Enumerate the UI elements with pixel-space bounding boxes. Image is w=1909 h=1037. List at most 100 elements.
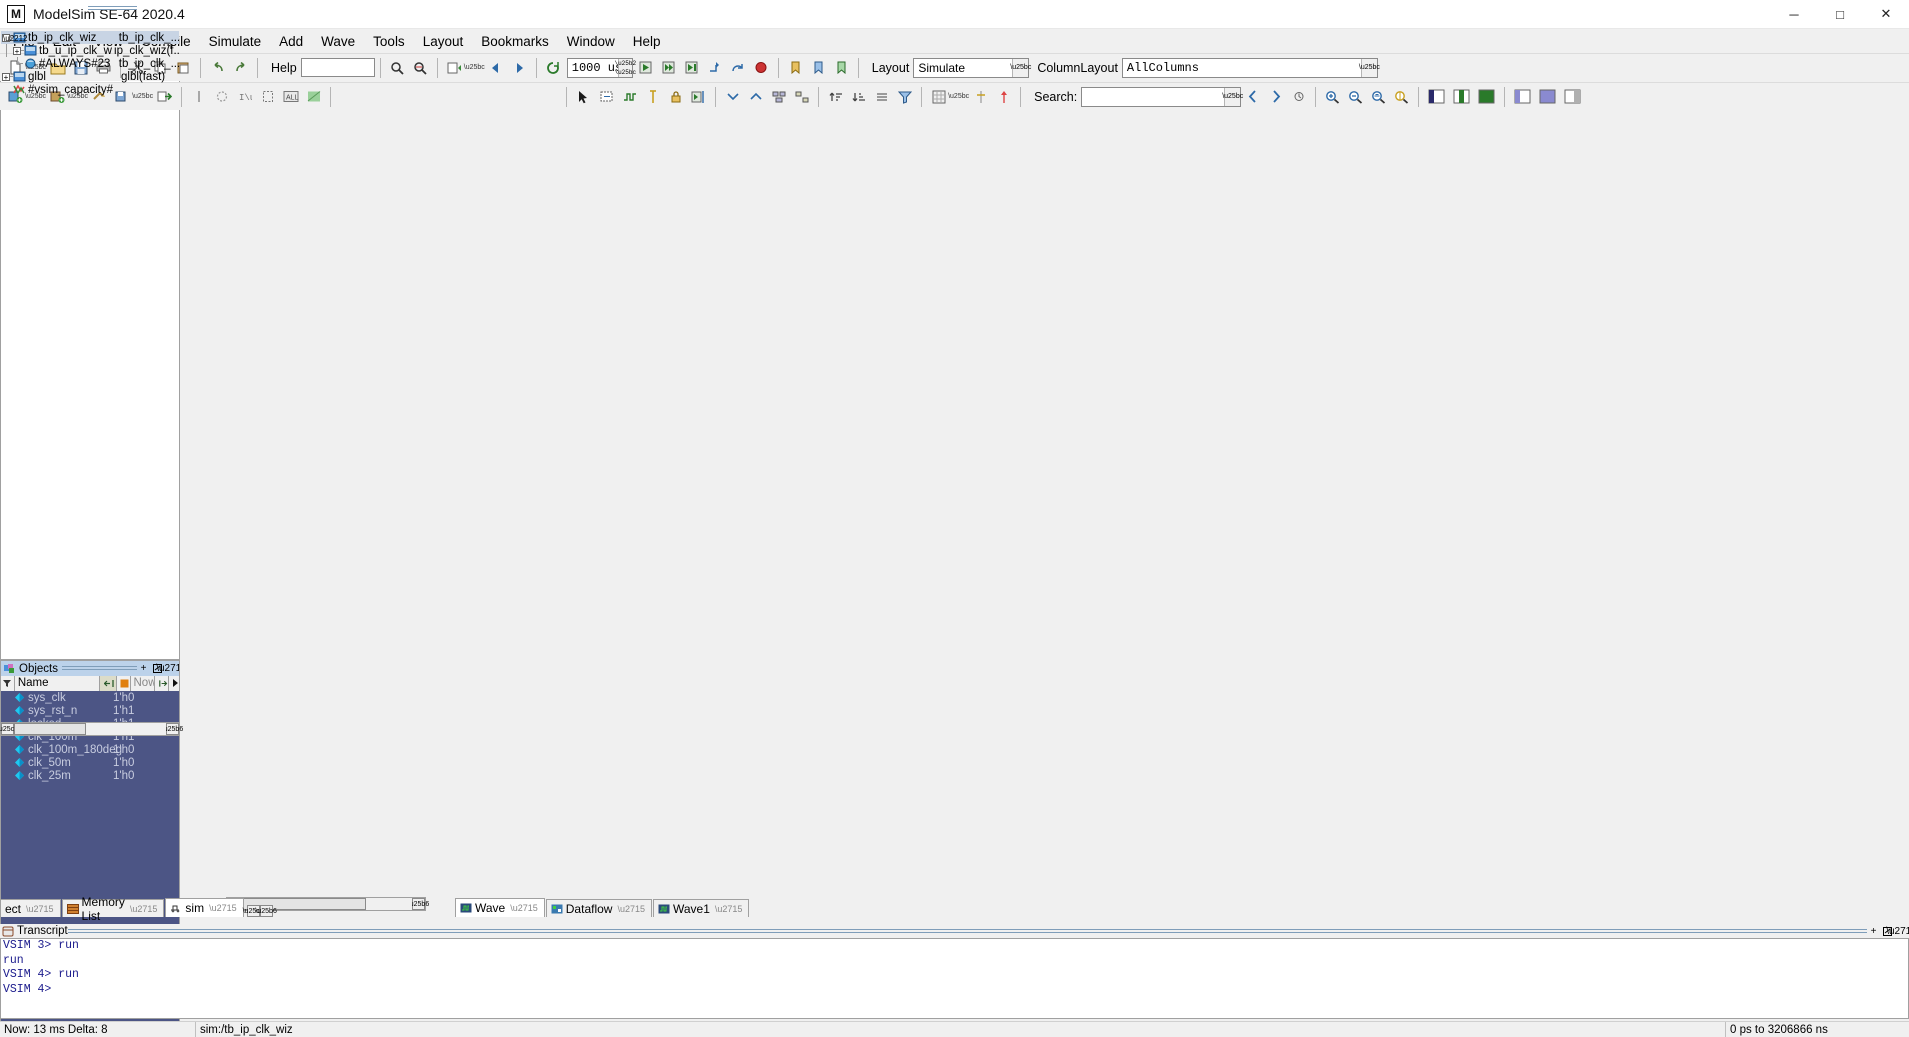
insert-cursor-icon[interactable] xyxy=(642,86,663,107)
menu-bookmarks[interactable]: Bookmarks xyxy=(472,31,558,52)
group-icon[interactable] xyxy=(768,86,789,107)
objects-filter-icon[interactable] xyxy=(1,675,15,691)
find-next-icon[interactable] xyxy=(410,57,431,78)
transcript-close-icon[interactable]: \u2715 xyxy=(1886,925,1909,938)
close-icon[interactable]: \u2715 xyxy=(26,904,54,914)
zoom-in-icon[interactable] xyxy=(1322,86,1343,107)
collapse-expander-icon[interactable]: \u2212 xyxy=(2,33,27,42)
compile-icon[interactable] xyxy=(444,57,465,78)
forward-arrow-icon[interactable] xyxy=(509,57,530,78)
tree-expander-wrap[interactable]: + xyxy=(1,70,13,83)
step-over-icon[interactable] xyxy=(728,57,749,78)
list-item[interactable]: clk_100m_180deg 1'h0 xyxy=(1,743,179,756)
tab-scroll-right-icon[interactable]: \u25b6 xyxy=(255,905,277,917)
tree-row[interactable]: + tb_u_ip_clk_wi... ip_clk_wiz(f... xyxy=(1,44,179,57)
objects-hscroll-right-icon[interactable]: \u25b6 xyxy=(408,898,429,910)
close-icon[interactable]: \u2715 xyxy=(510,903,538,913)
step-icon[interactable] xyxy=(705,57,726,78)
layout-combo[interactable]: Simulate \u25bc xyxy=(913,57,1031,78)
select-region-icon[interactable] xyxy=(257,86,278,107)
transcript-grip[interactable] xyxy=(67,928,1867,935)
search-chevron-down-icon[interactable]: \u25bc xyxy=(1222,87,1243,106)
list-item[interactable]: clk_50m 1'h0 xyxy=(1,756,179,769)
columnlayout-combo[interactable]: AllColumns \u25bc xyxy=(1121,57,1380,78)
objects-panel-dock-icon[interactable]: + xyxy=(137,662,150,675)
spin-up-icon[interactable]: \u25b2 xyxy=(614,58,636,68)
wave-style-1-icon[interactable] xyxy=(1425,86,1448,108)
tree-row[interactable]: #vsim_capacity# xyxy=(1,83,179,96)
grid-dropdown-icon[interactable]: \u25bc xyxy=(948,93,969,100)
objects-more-icon[interactable] xyxy=(169,675,180,691)
wave-style-3-icon[interactable] xyxy=(1475,86,1498,108)
redo-icon[interactable] xyxy=(230,57,251,78)
menu-wave[interactable]: Wave xyxy=(312,31,364,52)
tab-wave[interactable]: Wave \u2715 xyxy=(455,898,545,917)
objects-panel-close-icon[interactable]: \u2715 xyxy=(156,662,179,675)
objects-step-icon[interactable] xyxy=(155,675,170,691)
spin-down-icon[interactable]: \u25bc xyxy=(614,67,636,77)
close-icon[interactable]: \u2715 xyxy=(715,904,743,914)
wave-style-2-icon[interactable] xyxy=(1450,86,1473,108)
coverage-icon[interactable] xyxy=(303,86,324,107)
grid-toggle-icon[interactable] xyxy=(928,86,949,107)
sim-hscroll-left-icon[interactable]: \u25c0 xyxy=(0,723,18,735)
sim-hscrollbar[interactable]: \u25c0 \u25b6 xyxy=(0,722,183,736)
close-button[interactable]: ✕ xyxy=(1863,0,1909,29)
objects-goto-icon[interactable] xyxy=(99,675,117,691)
search-next-icon[interactable] xyxy=(1265,86,1286,107)
filter-icon[interactable] xyxy=(894,86,915,107)
menu-add[interactable]: Add xyxy=(270,31,312,52)
sim-hscroll-thumb[interactable] xyxy=(14,723,86,735)
snap-icon[interactable] xyxy=(970,86,991,107)
toggle-leaf-icon[interactable]: I\u2194 xyxy=(234,86,255,107)
bookmark-prev-icon[interactable] xyxy=(808,57,829,78)
sort-desc-icon[interactable] xyxy=(848,86,869,107)
circle-tool-icon[interactable] xyxy=(211,86,232,107)
close-icon[interactable]: \u2715 xyxy=(617,904,645,914)
transcript-dock-icon[interactable]: + xyxy=(1867,925,1880,938)
menu-simulate[interactable]: Simulate xyxy=(200,31,271,52)
tab-memory-list[interactable]: Memory List \u2715 xyxy=(61,895,165,923)
maximize-button[interactable]: □ xyxy=(1817,0,1863,29)
expand-all-icon[interactable] xyxy=(722,86,743,107)
tab-project[interactable]: ect \u2715 xyxy=(0,899,61,917)
run-length-spin-buttons[interactable]: \u25b2 \u25bc xyxy=(614,58,636,77)
layout-chevron-down-icon[interactable]: \u25bc xyxy=(1010,58,1031,77)
zoom-select-icon[interactable] xyxy=(596,86,617,107)
transcript-body[interactable]: VSIM 3> run run VSIM 4> run VSIM 4> xyxy=(0,938,1909,1019)
wave-style-4-icon[interactable] xyxy=(1511,86,1534,108)
continue-run-icon[interactable] xyxy=(659,57,680,78)
restart-icon[interactable] xyxy=(543,57,564,78)
list-item[interactable]: sys_clk 1'h0 xyxy=(1,691,179,704)
back-arrow-icon[interactable] xyxy=(486,57,507,78)
expand-expander-icon[interactable]: + xyxy=(13,46,21,55)
expand-expander-icon[interactable]: + xyxy=(2,72,10,81)
break-icon[interactable] xyxy=(751,57,772,78)
objects-panel-grip[interactable] xyxy=(62,665,137,672)
tree-expander-wrap[interactable]: \u2212 xyxy=(1,31,27,44)
menu-help[interactable]: Help xyxy=(624,31,670,52)
sim-hscroll-right-icon[interactable]: \u25b6 xyxy=(162,723,183,735)
menu-layout[interactable]: Layout xyxy=(414,31,473,52)
undo-icon[interactable] xyxy=(207,57,228,78)
wave-style-6-icon[interactable] xyxy=(1561,86,1584,108)
help-input[interactable] xyxy=(300,58,375,77)
search-prev-icon[interactable] xyxy=(1242,86,1263,107)
menu-tools[interactable]: Tools xyxy=(364,31,414,52)
sim-hscroll-track[interactable] xyxy=(14,723,166,735)
search-input[interactable] xyxy=(1086,88,1227,105)
waveform-compare-icon[interactable] xyxy=(619,86,640,107)
compile-dropdown-icon[interactable]: \u25bc xyxy=(464,64,485,71)
close-icon[interactable]: \u2715 xyxy=(130,904,158,914)
zoom-cursor-icon[interactable] xyxy=(1391,86,1412,107)
objects-now-marker-icon[interactable] xyxy=(116,675,131,691)
tree-row[interactable]: + glbl glbl(fast) xyxy=(1,70,179,83)
collapse-all-icon[interactable] xyxy=(745,86,766,107)
cursor-select-icon[interactable] xyxy=(573,86,594,107)
columnlayout-chevron-down-icon[interactable]: \u25bc xyxy=(1359,58,1380,77)
ungroup-icon[interactable] xyxy=(791,86,812,107)
minimize-button[interactable]: ─ xyxy=(1771,0,1817,29)
run-icon[interactable] xyxy=(636,57,657,78)
objects-column-name[interactable]: Name xyxy=(14,675,100,691)
search-combo[interactable]: \u25bc xyxy=(1081,86,1243,107)
